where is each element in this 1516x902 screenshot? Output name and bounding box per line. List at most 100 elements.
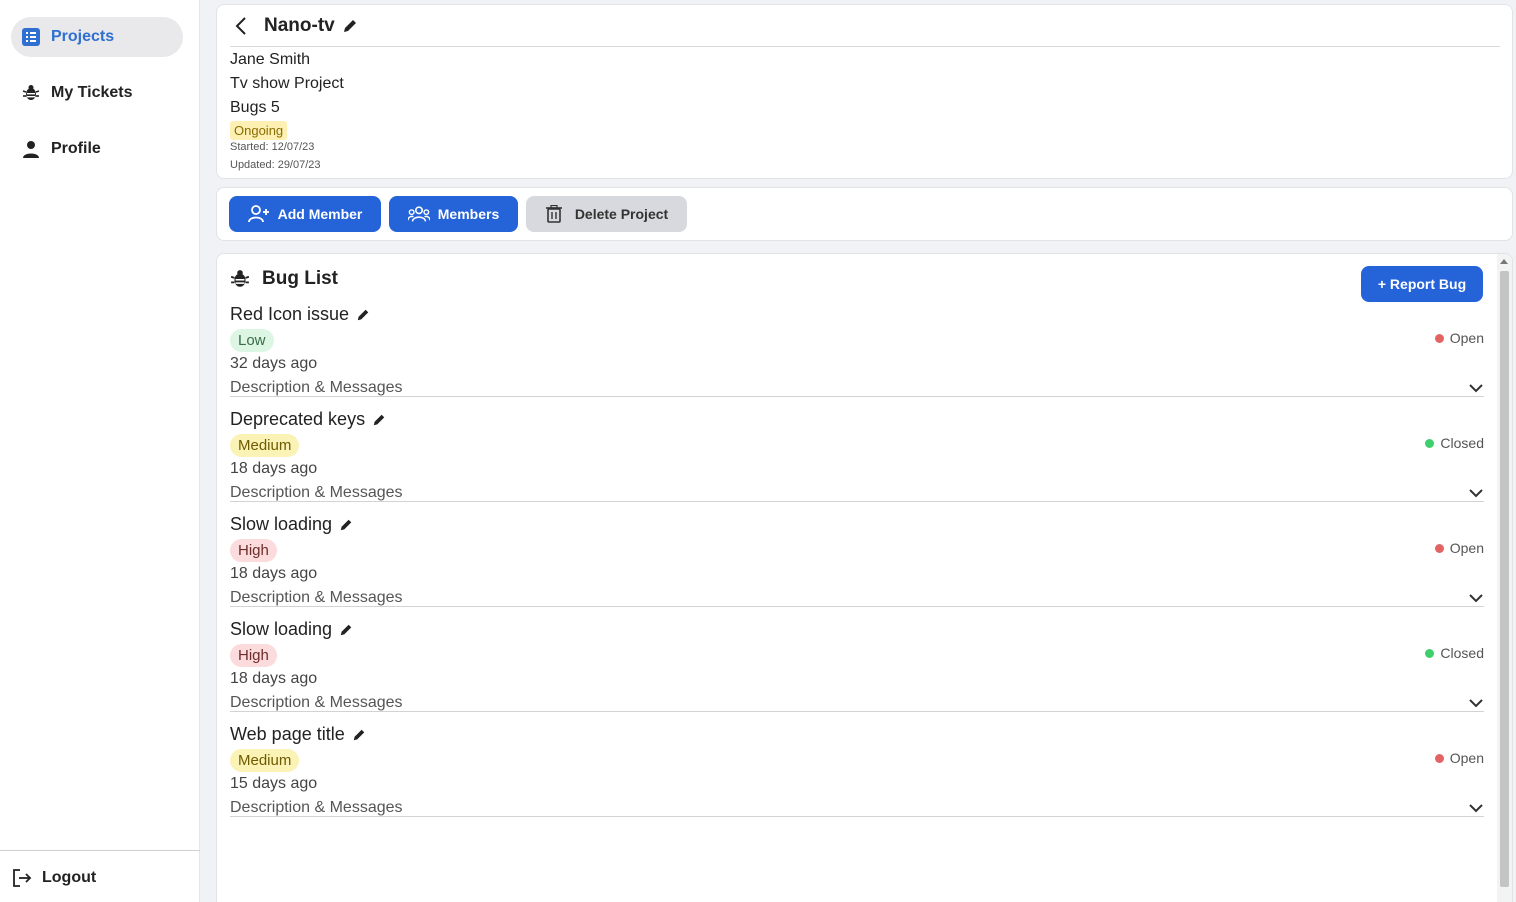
bug-age: 15 days ago (230, 775, 318, 792)
chevron-down-icon (1468, 591, 1484, 605)
description-messages-label: Description & Messages (230, 694, 403, 711)
logout-section: Logout (0, 850, 200, 902)
add-member-button[interactable]: Add Member (229, 196, 381, 232)
description-messages-label: Description & Messages (230, 484, 403, 501)
chevron-down-icon (1468, 381, 1484, 395)
sidebar-item-my-tickets[interactable]: My Tickets (11, 73, 183, 113)
project-status-badge: Ongoing (230, 121, 288, 140)
bug-age: 18 days ago (230, 460, 318, 477)
delete-project-button[interactable]: Delete Project (526, 196, 687, 232)
bug-title-text: Web page title (230, 724, 345, 744)
project-started-date: Started: 12/07/23 (230, 141, 315, 153)
priority-badge: Medium (230, 434, 300, 457)
bug-status-label: Open (1449, 540, 1484, 556)
sidebar-item-label: Projects (51, 28, 115, 45)
description-messages-toggle[interactable]: Description & Messages (230, 379, 1484, 397)
description-messages-toggle[interactable]: Description & Messages (230, 694, 1484, 712)
scrollbar[interactable] (1497, 254, 1512, 902)
priority-badge: High (230, 539, 277, 562)
delete-project-label: Delete Project (574, 206, 669, 222)
scroll-up-arrow-icon[interactable] (1500, 259, 1508, 264)
bug-title: Slow loading (230, 619, 353, 640)
back-arrow-icon[interactable] (232, 16, 252, 36)
bug-status-label: Closed (1440, 645, 1484, 661)
bug-title-text: Red Icon issue (230, 304, 350, 324)
pencil-icon[interactable] (352, 728, 366, 742)
bug-icon (22, 84, 40, 102)
description-messages-label: Description & Messages (230, 589, 403, 606)
pencil-icon[interactable] (356, 308, 370, 322)
status-dot (1425, 438, 1435, 448)
priority-badge: Low (230, 329, 274, 352)
pencil-icon[interactable] (342, 18, 358, 34)
bug-status: Closed (1425, 435, 1484, 451)
pencil-icon[interactable] (339, 623, 353, 637)
bug-status-label: Open (1449, 750, 1484, 766)
chevron-down-icon (1468, 696, 1484, 710)
project-updated-date: Updated: 29/07/23 (230, 159, 321, 171)
users-icon (407, 205, 430, 223)
bug-title: Web page title (230, 724, 366, 745)
project-owner: Jane Smith (230, 51, 311, 68)
description-messages-toggle[interactable]: Description & Messages (230, 484, 1484, 502)
bug-item: Web page title Medium 15 days ago Open Descr… (230, 724, 1484, 829)
bug-age: 32 days ago (230, 355, 318, 372)
bug-list-card: Bug List + Report Bug Red Icon issue Low 3… (216, 253, 1513, 902)
add-member-label: Add Member (277, 206, 363, 222)
logout-button[interactable]: Logout (12, 868, 96, 888)
project-actions-card: Add Member Members Delete Project (216, 187, 1513, 241)
sidebar: Projects My Tickets Profile Logout (0, 0, 200, 902)
bug-icon (230, 269, 250, 289)
bug-title: Red Icon issue (230, 304, 370, 325)
description-messages-toggle[interactable]: Description & Messages (230, 799, 1484, 817)
bug-status: Open (1434, 750, 1484, 766)
pencil-icon[interactable] (339, 518, 353, 532)
status-dot (1434, 753, 1444, 763)
project-title-bar: Nano-tv (230, 5, 1500, 47)
logout-label: Logout (42, 869, 97, 886)
logout-icon (12, 868, 32, 888)
bug-age: 18 days ago (230, 670, 318, 687)
bug-item: Red Icon issue Low 32 days ago Open Descript… (230, 304, 1484, 409)
sidebar-item-label: Profile (51, 140, 101, 157)
status-dot (1425, 648, 1435, 658)
bug-list-title: Bug List (262, 268, 338, 289)
status-dot (1434, 543, 1444, 553)
bug-item: Deprecated keys Medium 18 days ago Closed De… (230, 409, 1484, 514)
bug-title-text: Slow loading (230, 514, 333, 534)
bug-title-text: Deprecated keys (230, 409, 366, 429)
bug-title-text: Slow loading (230, 619, 333, 639)
report-bug-button[interactable]: + Report Bug (1361, 266, 1483, 302)
pencil-icon[interactable] (372, 413, 386, 427)
priority-badge: Medium (230, 749, 300, 772)
bug-age: 18 days ago (230, 565, 318, 582)
add-user-icon (247, 205, 270, 223)
page-title: Nano-tv (264, 14, 335, 36)
description-messages-label: Description & Messages (230, 379, 403, 396)
bug-list-header: Bug List (230, 268, 338, 290)
scrollbar-thumb[interactable] (1500, 271, 1509, 887)
chevron-down-icon (1468, 486, 1484, 500)
project-bugs-count: Bugs 5 (230, 99, 280, 116)
bug-status-label: Open (1449, 330, 1484, 346)
list-icon (22, 28, 40, 46)
bug-item: Slow loading High 18 days ago Open Descripti… (230, 514, 1484, 619)
project-description: Tv show Project (230, 75, 344, 92)
priority-badge: High (230, 644, 277, 667)
bug-status: Open (1434, 330, 1484, 346)
person-icon (22, 140, 40, 158)
bug-status: Open (1434, 540, 1484, 556)
bug-status-label: Closed (1440, 435, 1484, 451)
bug-title: Slow loading (230, 514, 353, 535)
members-label: Members (437, 206, 500, 222)
status-dot (1434, 333, 1444, 343)
project-header-card: Nano-tv Jane Smith Tv show Project Bugs … (216, 4, 1513, 179)
chevron-down-icon (1468, 801, 1484, 815)
description-messages-toggle[interactable]: Description & Messages (230, 589, 1484, 607)
bug-item: Slow loading High 18 days ago Closed Descrip… (230, 619, 1484, 724)
trash-icon (545, 205, 567, 223)
sidebar-item-projects[interactable]: Projects (11, 17, 183, 57)
bug-status: Closed (1425, 645, 1484, 661)
members-button[interactable]: Members (389, 196, 518, 232)
sidebar-item-profile[interactable]: Profile (11, 129, 183, 169)
